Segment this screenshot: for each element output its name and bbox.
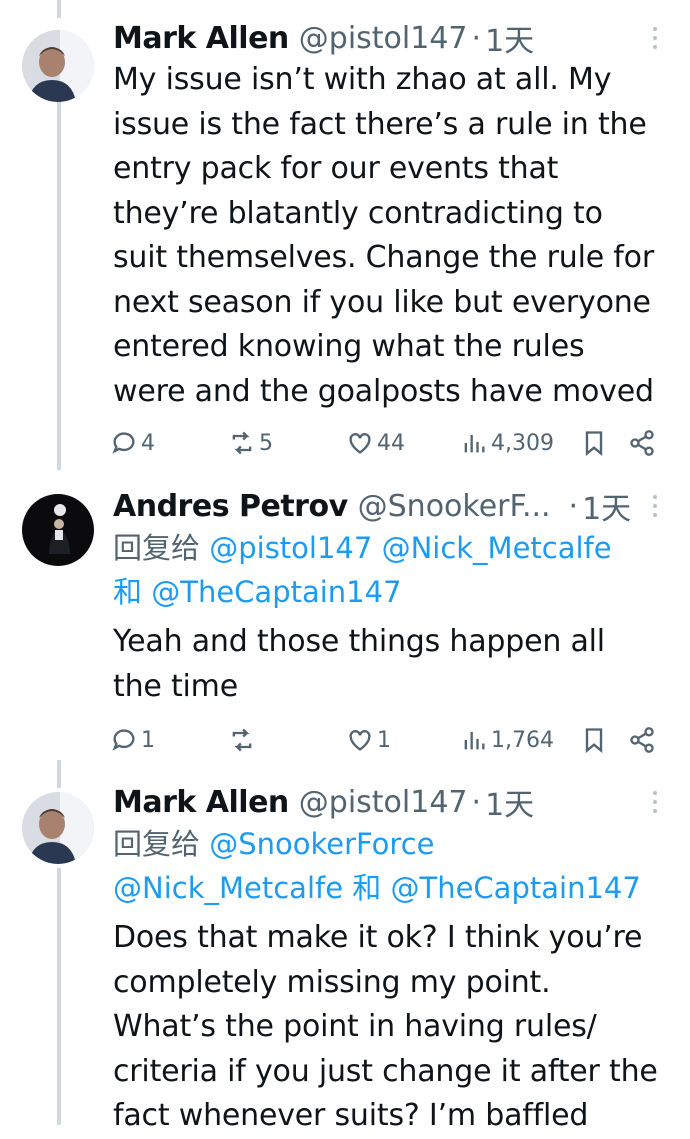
more-icon[interactable] (640, 18, 670, 58)
reply-count: 4 (141, 430, 155, 456)
author-handle[interactable]: @pistol147 (299, 785, 468, 820)
mention-link[interactable]: @Nick_Metcalfe (382, 531, 612, 565)
timestamp[interactable]: 1天 (485, 780, 534, 824)
author-handle[interactable]: @pistol147 (299, 21, 468, 56)
more-icon[interactable] (640, 782, 670, 822)
conjunction: 和 (113, 575, 143, 609)
retweet-count: 5 (259, 430, 273, 456)
retweet-icon (232, 431, 252, 455)
bookmark-button[interactable] (580, 425, 608, 461)
reply-button[interactable]: 1 (110, 722, 155, 758)
reply-icon (112, 432, 135, 454)
more-icon[interactable] (640, 486, 670, 526)
views-count: 1,764 (491, 727, 554, 753)
tweet-header: Andres Petrov @SnookerF... · 1天 (113, 484, 670, 528)
author-name[interactable]: Mark Allen (113, 21, 289, 56)
timestamp[interactable]: 1天 (582, 484, 631, 528)
avatar[interactable] (22, 494, 94, 566)
heart-icon (349, 433, 371, 454)
mention-link[interactable]: @TheCaptain147 (391, 871, 641, 905)
share-button[interactable] (628, 722, 656, 758)
views-count: 4,309 (491, 430, 554, 456)
tweet[interactable]: Mark Allen @pistol147 · 1天 My issue isn’… (0, 16, 690, 476)
like-count: 44 (377, 430, 405, 456)
reply-count: 1 (141, 727, 155, 753)
share-button[interactable] (628, 425, 656, 461)
conjunction: 和 (352, 871, 382, 905)
mention-link[interactable]: @TheCaptain147 (151, 575, 401, 609)
replying-to-line2: @Nick_Metcalfe 和 @TheCaptain147 (113, 866, 674, 910)
views-icon (464, 731, 485, 750)
reply-button[interactable]: 4 (110, 425, 155, 461)
reply-prefix: 回复给 (113, 827, 201, 861)
reply-icon (112, 729, 135, 751)
tweet-text: Does that make it ok? I think you’re com… (113, 920, 658, 1133)
mention-link[interactable]: @SnookerForce (209, 827, 434, 861)
views-button[interactable]: 1,764 (460, 722, 554, 758)
action-bar: 4 5 44 4,309 (110, 425, 670, 461)
author-handle[interactable]: @SnookerF... (358, 489, 551, 524)
author-name[interactable]: Andres Petrov (113, 489, 348, 524)
like-count: 1 (377, 727, 391, 753)
retweet-icon (232, 728, 252, 752)
separator: · (471, 784, 482, 820)
bookmark-icon (585, 431, 603, 456)
heart-icon (349, 730, 371, 751)
replying-to-line2: 和 @TheCaptain147 (113, 570, 674, 614)
separator: · (568, 488, 579, 524)
bookmark-button[interactable] (580, 722, 608, 758)
mention-link[interactable]: @Nick_Metcalfe (113, 871, 343, 905)
reply-prefix: 回复给 (113, 531, 201, 565)
bookmark-icon (585, 728, 603, 753)
retweet-button[interactable]: 5 (228, 425, 273, 461)
tweet[interactable]: Mark Allen @pistol147 · 1天 回复给 @SnookerF… (0, 780, 690, 1133)
retweet-button[interactable] (228, 722, 259, 758)
share-icon (630, 430, 654, 456)
timestamp[interactable]: 1天 (485, 16, 534, 60)
mention-link[interactable]: @pistol147 (209, 531, 372, 565)
action-bar: 1 1 1,764 (110, 722, 670, 758)
separator: · (471, 20, 482, 56)
tweet-header: Mark Allen @pistol147 · 1天 (113, 16, 670, 60)
like-button[interactable]: 1 (346, 722, 391, 758)
views-icon (464, 434, 485, 453)
replying-to: 回复给 @SnookerForce (113, 822, 674, 866)
views-button[interactable]: 4,309 (460, 425, 554, 461)
tweet-text: My issue isn’t with zhao at all. My issu… (113, 62, 654, 409)
tweet-header: Mark Allen @pistol147 · 1天 (113, 780, 670, 824)
replying-to: 回复给 @pistol147 @Nick_Metcalfe (113, 526, 674, 570)
author-name[interactable]: Mark Allen (113, 785, 289, 820)
share-icon (630, 727, 654, 753)
like-button[interactable]: 44 (346, 425, 405, 461)
tweet-text: Yeah and those things happen all the tim… (113, 624, 605, 704)
tweet[interactable]: Andres Petrov @SnookerF... · 1天 回复给 @pis… (0, 484, 690, 774)
avatar[interactable] (22, 792, 94, 864)
avatar[interactable] (22, 30, 94, 102)
